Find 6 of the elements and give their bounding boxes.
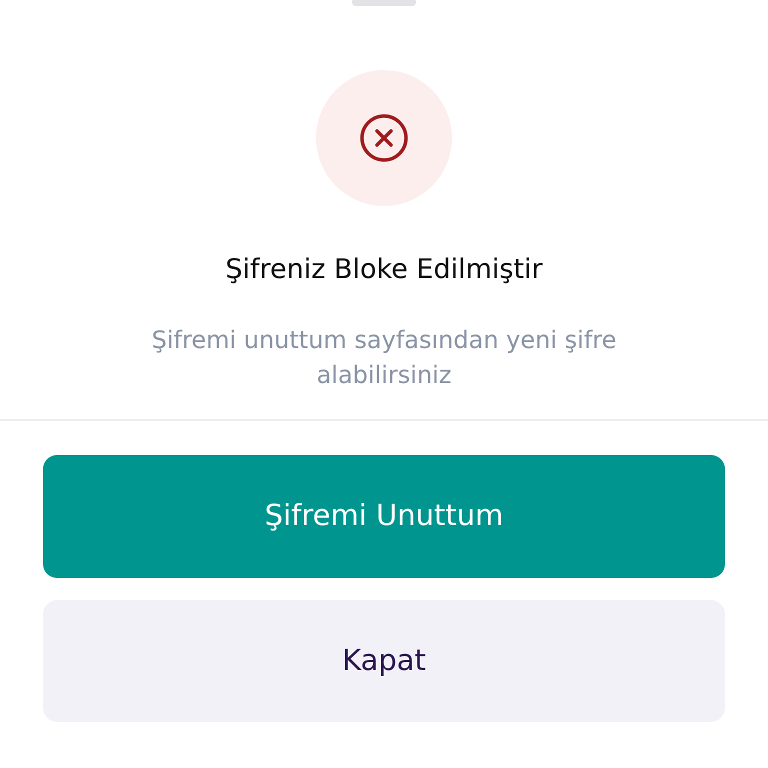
dialog-message: Şifremi unuttum sayfasından yeni şifre alabilirsiniz [150,324,618,390]
forgot-password-button[interactable]: Şifremi Unuttum [43,454,725,578]
drag-handle[interactable] [352,0,416,6]
dialog-title: Şifreniz Bloke Edilmiştir [225,253,543,287]
error-icon [359,113,409,163]
close-button[interactable]: Kapat [43,600,725,722]
